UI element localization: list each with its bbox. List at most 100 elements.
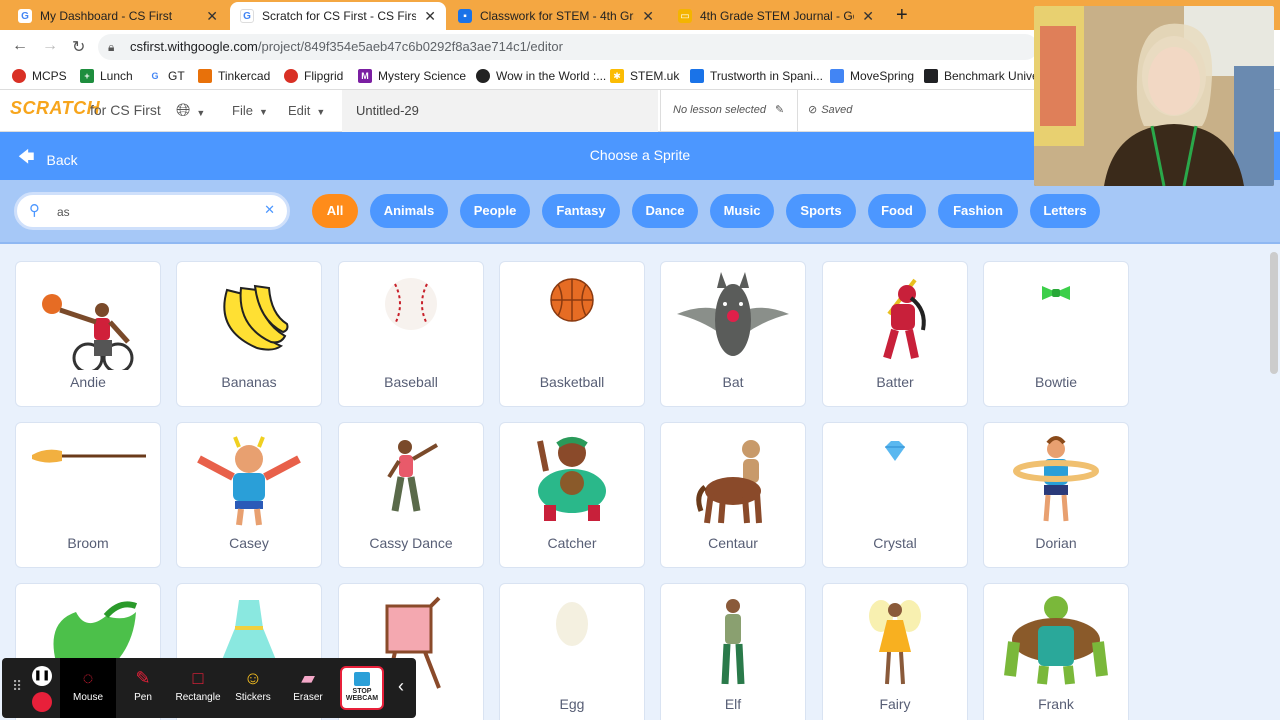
close-tab-icon[interactable]: ✕ (206, 8, 218, 25)
close-tab-icon[interactable]: ✕ (424, 8, 436, 25)
back-arrow-icon[interactable]: ← (12, 37, 28, 55)
lesson-selector[interactable]: No lesson selected ✎ (660, 90, 798, 132)
browser-tab-scratch[interactable]: G Scratch for CS First - CS First ✕ (230, 2, 446, 30)
sprite-card-casey[interactable]: Casey (176, 422, 322, 568)
sprite-name: Basketball (539, 374, 605, 390)
close-tab-icon[interactable]: ✕ (642, 8, 654, 25)
mcps-icon (12, 69, 26, 83)
smiley-icon: ☺ (243, 668, 263, 688)
sprite-card-frank[interactable]: Frank (983, 583, 1129, 720)
sprite-card-crystal[interactable]: Crystal (822, 422, 968, 568)
new-tab-button[interactable]: + (896, 4, 908, 27)
dorian-sprite-image (1013, 436, 1099, 522)
trustworth-icon (690, 69, 704, 83)
bookmark-wow-in-the-world[interactable]: Wow in the World :... (476, 69, 606, 83)
google-icon: G (240, 9, 254, 23)
bowtie-sprite-image (1042, 286, 1070, 300)
pause-icon[interactable]: ❚❚ (32, 666, 52, 686)
sprite-name: Egg (559, 696, 585, 712)
category-all[interactable]: All (312, 194, 358, 228)
centaur-sprite-image (696, 440, 762, 524)
stop-webcam-button[interactable]: STOP WEBCAM (340, 666, 384, 710)
sprite-card-catcher[interactable]: Catcher (499, 422, 645, 568)
broom-sprite-image (32, 449, 146, 463)
stop-recording-icon[interactable] (32, 692, 52, 712)
sprite-card-elf[interactable]: Elf (660, 583, 806, 720)
bookmark-lunch[interactable]: + Lunch (80, 69, 133, 83)
file-menu[interactable]: File ▼ (232, 103, 268, 118)
eraser-tool[interactable]: ▰ Eraser (280, 658, 336, 718)
category-fashion[interactable]: Fashion (938, 194, 1018, 228)
webcam-overlay (1034, 6, 1274, 186)
sprite-name: Andie (70, 374, 106, 390)
sprite-grid-scrollbar[interactable] (1268, 246, 1280, 720)
reload-icon[interactable]: ↻ (72, 37, 85, 57)
pen-tool[interactable]: ✎ Pen (115, 658, 171, 718)
category-music[interactable]: Music (710, 194, 774, 228)
sprite-card-baseball[interactable]: Baseball (338, 261, 484, 407)
drag-handle-icon[interactable]: ⠿ (12, 678, 22, 695)
elf-sprite-image (721, 599, 745, 685)
sprite-name: Casey (229, 535, 269, 551)
sprite-name: Bowtie (1034, 374, 1078, 390)
andie-sprite-image (42, 294, 134, 370)
pencil-icon: ✎ (775, 104, 785, 116)
sprite-card-dorian[interactable]: Dorian (983, 422, 1129, 568)
sprite-card-egg[interactable]: Egg (499, 583, 645, 720)
globe-icon[interactable]: 🌐︎ ▼ (176, 100, 205, 121)
benchmark-icon (924, 69, 938, 83)
screencast-toolbar: ⠿ ❚❚ ◌ Mouse ✎ Pen □ Rectangle ☺ Stickers ▰ E… (2, 658, 416, 718)
bookmark-mystery-science[interactable]: M Mystery Science (358, 69, 466, 83)
pen-icon: ✎ (135, 668, 151, 688)
slides-icon: ▭ (678, 9, 692, 23)
browser-tab-dashboard[interactable]: G My Dashboard - CS First ✕ (8, 2, 228, 30)
address-bar[interactable]: 🔒︎ csfirst.withgoogle.com/project/849f35… (98, 34, 1038, 60)
forward-arrow-icon[interactable]: → (42, 37, 58, 55)
bookmark-tinkercad[interactable]: Tinkercad (198, 69, 270, 83)
bookmark-benchmark[interactable]: Benchmark Univer (924, 69, 1043, 83)
sprite-card-bowtie[interactable]: Bowtie (983, 261, 1129, 407)
scrollbar-thumb[interactable] (1270, 252, 1278, 374)
sprite-card-andie[interactable]: Andie (15, 261, 161, 407)
sprite-card-fairy[interactable]: Fairy (822, 583, 968, 720)
sprite-card-batter[interactable]: Batter (822, 261, 968, 407)
bookmark-stem-uk[interactable]: ✱ STEM.uk (610, 69, 679, 83)
sprite-card-broom[interactable]: Broom (15, 422, 161, 568)
bookmark-trustworth[interactable]: Trustworth in Spani... (690, 69, 823, 83)
scratch-logo[interactable]: SCRATCH (10, 98, 100, 119)
browser-tab-journal[interactable]: ▭ 4th Grade STEM Journal - Google ✕ (668, 2, 884, 30)
bookmark-flipgrid[interactable]: Flipgrid (284, 69, 343, 83)
sprite-search[interactable]: ⚲ ✕ (14, 192, 290, 230)
search-icon: ⚲ (29, 202, 40, 219)
category-fantasy[interactable]: Fantasy (542, 194, 620, 228)
bookmark-gt[interactable]: G GT (148, 69, 185, 83)
category-letters[interactable]: Letters (1030, 194, 1100, 228)
category-people[interactable]: People (460, 194, 530, 228)
collapse-chevron-icon[interactable]: ‹ (398, 676, 404, 697)
bookmark-mcps[interactable]: MCPS (12, 69, 67, 83)
bookmark-movespring[interactable]: MoveSpring (830, 69, 914, 83)
category-sports[interactable]: Sports (786, 194, 856, 228)
category-dance[interactable]: Dance (632, 194, 698, 228)
close-tab-icon[interactable]: ✕ (862, 8, 874, 25)
sprite-name: Crystal (873, 535, 917, 551)
clear-search-icon[interactable]: ✕ (264, 202, 275, 218)
edit-menu[interactable]: Edit ▼ (288, 103, 325, 118)
sprite-card-bat[interactable]: Bat (660, 261, 806, 407)
search-input[interactable] (57, 203, 257, 221)
sprite-card-cassy-dance[interactable]: Cassy Dance (338, 422, 484, 568)
sprite-card-centaur[interactable]: Centaur (660, 422, 806, 568)
browser-tab-classwork[interactable]: ▪ Classwork for STEM - 4th Grade ✕ (448, 2, 664, 30)
rectangle-icon: □ (192, 668, 204, 688)
sprite-name: Broom (67, 535, 109, 551)
category-animals[interactable]: Animals (370, 194, 448, 228)
rectangle-tool[interactable]: □ Rectangle (170, 658, 226, 718)
sprite-card-basketball[interactable]: Basketball (499, 261, 645, 407)
sprite-card-bananas[interactable]: Bananas (176, 261, 322, 407)
site-info-icon[interactable]: 🔒︎ (108, 34, 114, 60)
category-food[interactable]: Food (868, 194, 926, 228)
basketball-sprite-image (550, 278, 594, 322)
project-title-field[interactable]: Untitled-29 (342, 90, 658, 132)
stickers-tool[interactable]: ☺ Stickers (225, 658, 281, 718)
mouse-tool[interactable]: ◌ Mouse (60, 658, 116, 718)
